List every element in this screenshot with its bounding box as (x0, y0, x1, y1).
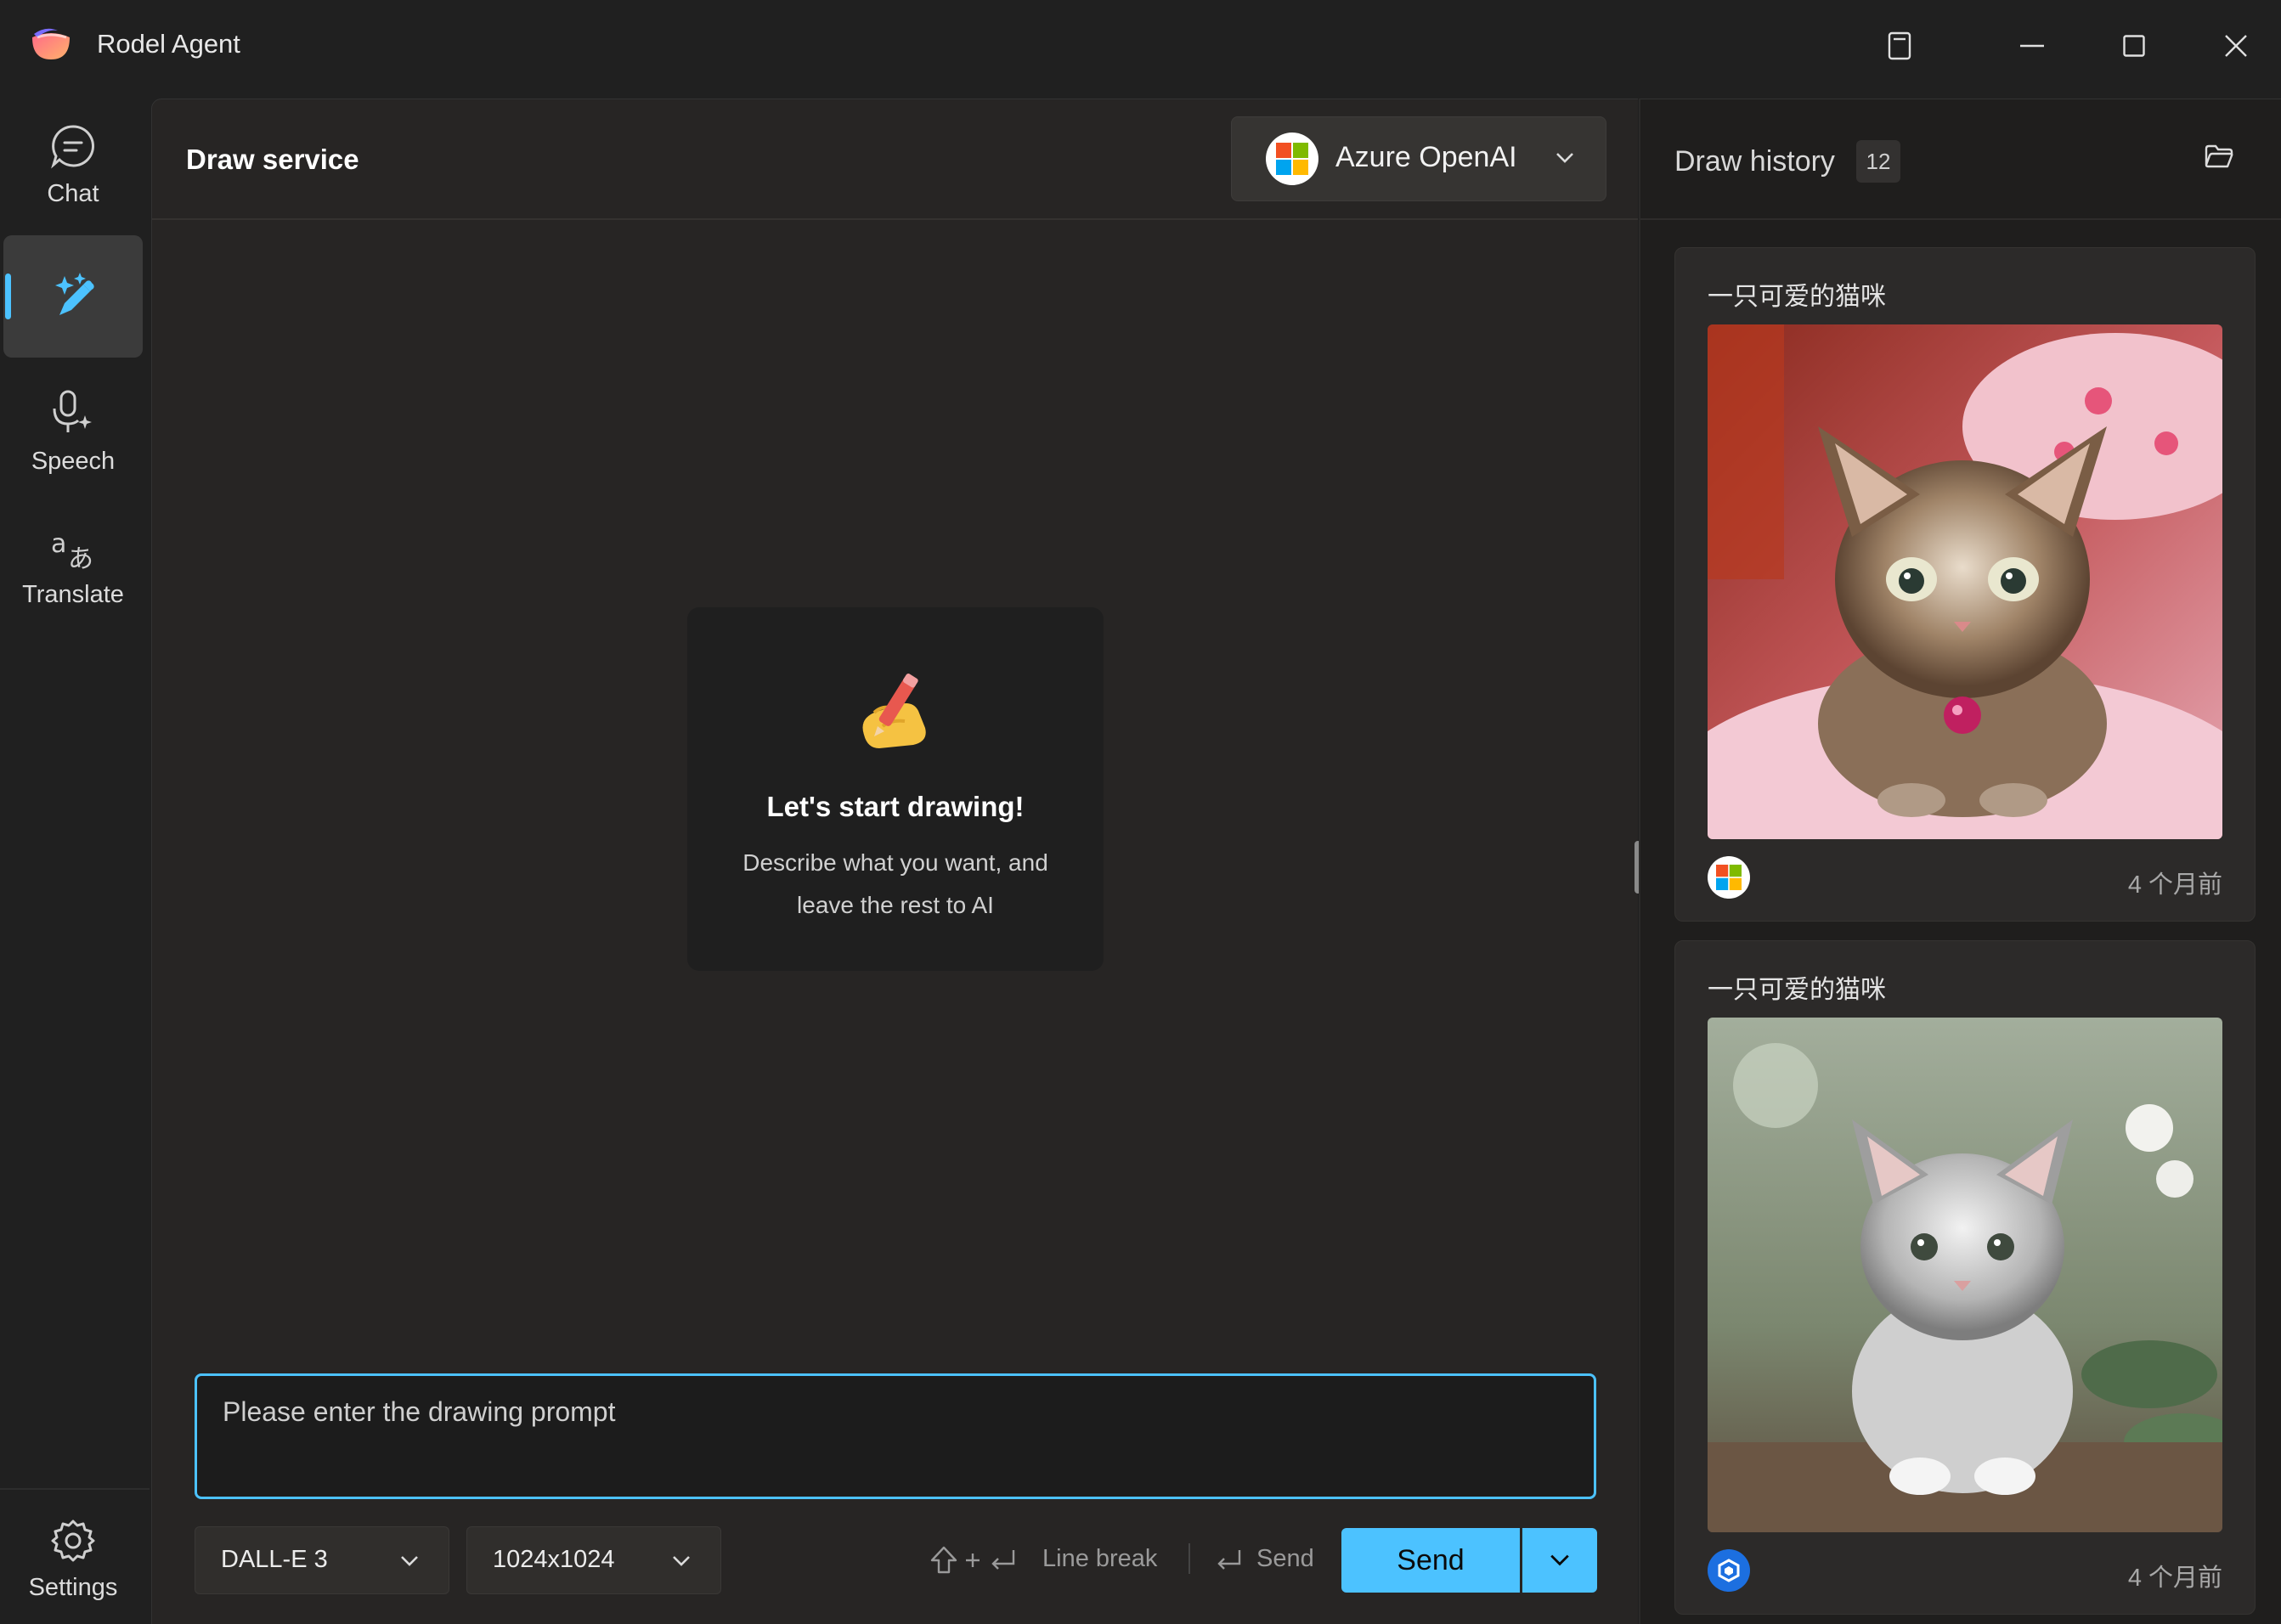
prompt-input[interactable] (195, 1373, 1596, 1499)
nav-item-settings[interactable]: Settings (3, 1498, 143, 1621)
history-item[interactable]: 一只可爱的猫咪 4 个月前 (1674, 247, 2256, 922)
model-select-value: DALL-E 3 (221, 1546, 328, 1573)
microphone-sparkle-icon (53, 390, 92, 432)
panel-header: Draw service Azure OpenAI (152, 99, 1638, 220)
compact-overlay-button[interactable] (1857, 15, 1942, 76)
empty-state-title: Let's start drawing! (766, 791, 1025, 822)
maximize-button[interactable] (2092, 15, 2177, 76)
send-button[interactable]: Send (1341, 1528, 1520, 1593)
model-select[interactable]: DALL-E 3 (195, 1526, 449, 1594)
history-item[interactable]: 一只可爱的猫咪 4 个月前 (1674, 940, 2256, 1615)
minimize-icon (2020, 44, 2044, 48)
chat-bubble-icon (51, 124, 94, 168)
history-header: Draw history 12 (1640, 99, 2281, 220)
provider-label: Azure OpenAI (1335, 141, 1517, 173)
nav-label-settings: Settings (28, 1573, 118, 1601)
send-options-button[interactable] (1522, 1528, 1597, 1593)
writing-hand-icon (862, 674, 926, 748)
nav-item-chat[interactable]: Chat (3, 104, 143, 226)
maximize-icon (2123, 35, 2145, 57)
nav-label-speech: Speech (31, 447, 116, 475)
page-title: Draw service (186, 144, 359, 175)
svg-text:あ: あ (68, 544, 93, 571)
empty-state-description: Describe what you want, and leave the re… (742, 849, 1048, 918)
gear-icon (51, 1520, 95, 1561)
chevron-down-icon (1556, 153, 1573, 163)
side-navigation: Chat Speech a あ Translate Settings (0, 93, 150, 1624)
provider-select[interactable]: Azure OpenAI (1231, 116, 1606, 201)
history-item-prompt: 一只可爱的猫咪 (1708, 976, 1886, 1004)
history-item-prompt: 一只可爱的猫咪 (1708, 283, 1886, 311)
app-logo-icon (32, 28, 70, 59)
compact-overlay-icon (1888, 31, 1911, 60)
chevron-down-icon (401, 1556, 418, 1566)
nav-label-chat: Chat (47, 179, 99, 207)
close-icon (2225, 35, 2247, 57)
translate-icon: a あ (51, 529, 93, 571)
history-item-time: 4 个月前 (2127, 1565, 2222, 1592)
history-count-badge: 12 (1856, 140, 1900, 183)
nav-item-translate[interactable]: a あ Translate (3, 506, 143, 629)
nav-label-translate: Translate (22, 580, 124, 608)
empty-state-card: Let's start drawing! Describe what you w… (687, 607, 1104, 971)
active-indicator (5, 273, 11, 319)
send-hint: Send (1256, 1545, 1314, 1572)
enter-key-icon (1217, 1550, 1241, 1570)
microsoft-logo-icon (1266, 133, 1318, 185)
open-folder-icon[interactable] (2205, 144, 2233, 169)
close-button[interactable] (2193, 15, 2278, 76)
draw-service-panel: Draw service Azure OpenAI Let's start dr… (151, 99, 1638, 1624)
generated-image[interactable] (1708, 1018, 2222, 1532)
history-item-time: 4 个月前 (2127, 871, 2222, 899)
size-select[interactable]: 1024x1024 (466, 1526, 721, 1594)
ai-provider-logo-icon (1708, 1549, 1750, 1592)
history-title: Draw history (1674, 145, 1835, 178)
title-bar: Rodel Agent (0, 0, 2281, 93)
shift-plus-enter-icon (930, 1546, 1015, 1574)
nav-item-draw[interactable] (3, 235, 143, 358)
nav-divider (0, 1488, 150, 1490)
microsoft-logo-icon (1708, 856, 1750, 899)
svg-text:a: a (51, 529, 66, 559)
generated-image[interactable] (1708, 324, 2222, 839)
chevron-down-icon (673, 1556, 690, 1566)
draw-sparkle-icon (55, 273, 94, 315)
hint-separator (1188, 1543, 1190, 1574)
chevron-down-icon (1550, 1554, 1569, 1566)
draw-history-panel: Draw history 12 一只可爱的猫咪 4 个月前 一只可爱的猫咪 4 … (1639, 99, 2281, 1624)
nav-item-speech[interactable]: Speech (3, 370, 143, 493)
minimize-button[interactable] (1990, 15, 2075, 76)
size-select-value: 1024x1024 (493, 1546, 615, 1573)
line-break-hint: Line break (1042, 1545, 1158, 1572)
app-title: Rodel Agent (97, 29, 240, 59)
